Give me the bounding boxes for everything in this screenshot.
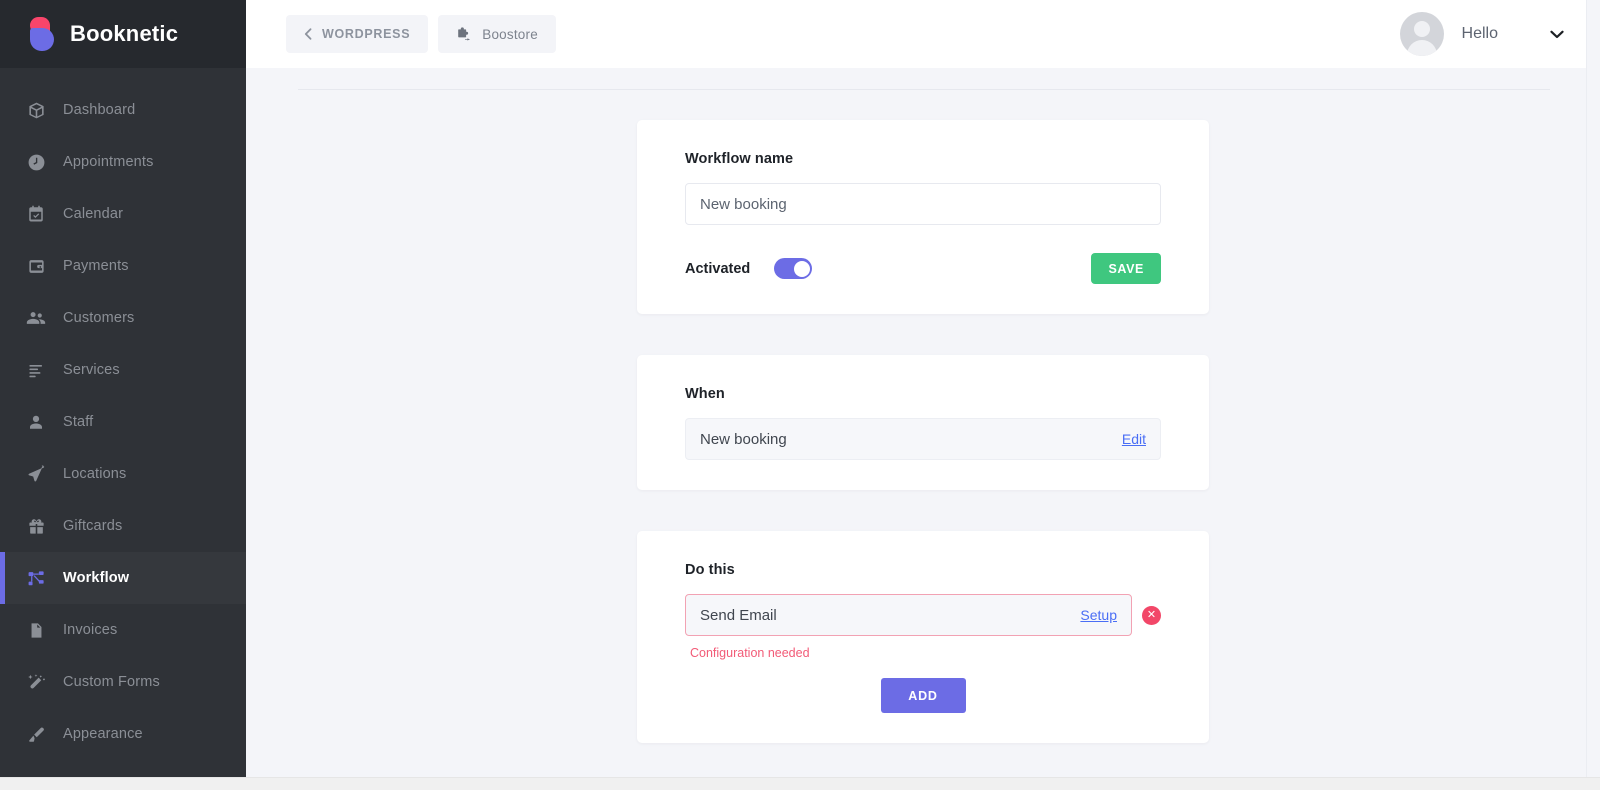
- close-circle-icon[interactable]: ✕: [1142, 605, 1161, 625]
- do-this-card: Do this Send Email Setup ✕ Configuration…: [637, 531, 1209, 743]
- when-trigger-label: New booking: [700, 430, 787, 448]
- box-icon: [26, 100, 46, 120]
- wordpress-back-button[interactable]: WORDPRESS: [286, 15, 429, 53]
- action-setup-link[interactable]: Setup: [1080, 607, 1117, 623]
- activated-row: Activated SAVE: [685, 253, 1161, 284]
- wordpress-button-label: WORDPRESS: [322, 27, 411, 41]
- action-row: Send Email Setup ✕: [685, 594, 1161, 636]
- topbar-left-group: WORDPRESS Boostore: [286, 15, 556, 53]
- puzzle-plugin-icon: [456, 26, 472, 42]
- main-area: WORDPRESS Boostore Hello Workflow name N…: [246, 0, 1600, 790]
- sidebar-item-customers[interactable]: Customers: [0, 292, 246, 344]
- workflow-name-card: Workflow name Activated SAVE: [637, 120, 1209, 314]
- user-greeting: Hello: [1461, 25, 1498, 42]
- booknetic-logo-icon: [28, 17, 56, 51]
- sidebar-item-custom-forms[interactable]: Custom Forms: [0, 656, 246, 708]
- chevron-down-icon[interactable]: [1550, 28, 1564, 41]
- boostore-button[interactable]: Boostore: [438, 15, 556, 53]
- sidebar-nav: Dashboard Appointments Calendar Payments: [0, 68, 246, 790]
- avatar-placeholder-icon: [1399, 12, 1444, 56]
- sidebar: Booknetic Dashboard Appointments Calenda: [0, 0, 246, 790]
- sidebar-item-appearance[interactable]: Appearance: [0, 708, 246, 760]
- sidebar-item-dashboard[interactable]: Dashboard: [0, 84, 246, 136]
- send-icon: [26, 464, 46, 484]
- when-edit-link[interactable]: Edit: [1122, 431, 1146, 447]
- sidebar-item-label: Services: [63, 362, 120, 378]
- sidebar-item-payments[interactable]: Payments: [0, 240, 246, 292]
- sidebar-item-invoices[interactable]: Invoices: [0, 604, 246, 656]
- sidebar-item-giftcards[interactable]: Giftcards: [0, 500, 246, 552]
- list-icon: [26, 360, 46, 380]
- when-card: When New booking Edit: [637, 355, 1209, 490]
- workflow-editor: Workflow name Activated SAVE When New b: [246, 90, 1600, 743]
- action-label: Send Email: [700, 606, 777, 624]
- workflow-name-title: Workflow name: [685, 151, 794, 167]
- do-this-title: Do this: [685, 562, 735, 578]
- action-error-message: Configuration needed: [690, 646, 810, 660]
- sidebar-item-label: Locations: [63, 466, 127, 482]
- save-button[interactable]: SAVE: [1091, 253, 1161, 284]
- topbar: WORDPRESS Boostore Hello: [246, 0, 1600, 68]
- chevron-left-icon: [304, 28, 312, 40]
- document-icon: [26, 620, 46, 640]
- calendar-icon: [26, 204, 46, 224]
- activated-label: Activated: [685, 260, 751, 277]
- gift-icon: [26, 516, 46, 536]
- activated-toggle[interactable]: [774, 258, 813, 279]
- sidebar-item-label: Calendar: [63, 206, 124, 222]
- action-send-email-row[interactable]: Send Email Setup: [685, 594, 1132, 636]
- sidebar-item-label: Custom Forms: [63, 674, 160, 690]
- horizontal-scrollbar[interactable]: [0, 777, 1600, 790]
- clock-icon: [26, 152, 46, 172]
- users-icon: [26, 308, 46, 328]
- brush-icon: [26, 724, 46, 744]
- sidebar-item-locations[interactable]: Locations: [0, 448, 246, 500]
- user-menu[interactable]: Hello: [1399, 12, 1572, 56]
- sidebar-item-label: Appearance: [63, 726, 143, 742]
- app-root: Booknetic Dashboard Appointments Calenda: [0, 0, 1600, 790]
- add-action-button[interactable]: ADD: [880, 678, 966, 713]
- sidebar-item-label: Appointments: [63, 154, 154, 170]
- sidebar-item-label: Giftcards: [63, 518, 123, 534]
- sidebar-item-label: Payments: [63, 258, 129, 274]
- sidebar-item-services[interactable]: Services: [0, 344, 246, 396]
- user-icon: [26, 412, 46, 432]
- sidebar-item-workflow[interactable]: Workflow: [0, 552, 246, 604]
- magicwand-icon: [26, 672, 46, 692]
- brand-name: Booknetic: [70, 21, 179, 46]
- wallet-icon: [26, 256, 46, 276]
- sidebar-item-label: Customers: [63, 310, 135, 326]
- sidebar-item-calendar[interactable]: Calendar: [0, 188, 246, 240]
- when-title: When: [685, 386, 725, 402]
- sidebar-item-staff[interactable]: Staff: [0, 396, 246, 448]
- sidebar-item-label: Workflow: [63, 570, 130, 586]
- add-button-wrap: ADD: [685, 678, 1161, 713]
- sidebar-item-label: Invoices: [63, 622, 118, 638]
- when-trigger-row[interactable]: New booking Edit: [685, 418, 1161, 460]
- sidebar-item-label: Dashboard: [63, 102, 136, 118]
- content-scroll-area: Workflow name Activated SAVE When New b: [246, 68, 1600, 790]
- workflow-name-input[interactable]: [685, 183, 1161, 225]
- boostore-button-label: Boostore: [482, 26, 538, 42]
- sidebar-item-appointments[interactable]: Appointments: [0, 136, 246, 188]
- sitemap-icon: [26, 568, 46, 588]
- sidebar-logo[interactable]: Booknetic: [0, 0, 246, 68]
- sidebar-item-label: Staff: [63, 414, 94, 430]
- vertical-scrollbar[interactable]: [1586, 0, 1600, 790]
